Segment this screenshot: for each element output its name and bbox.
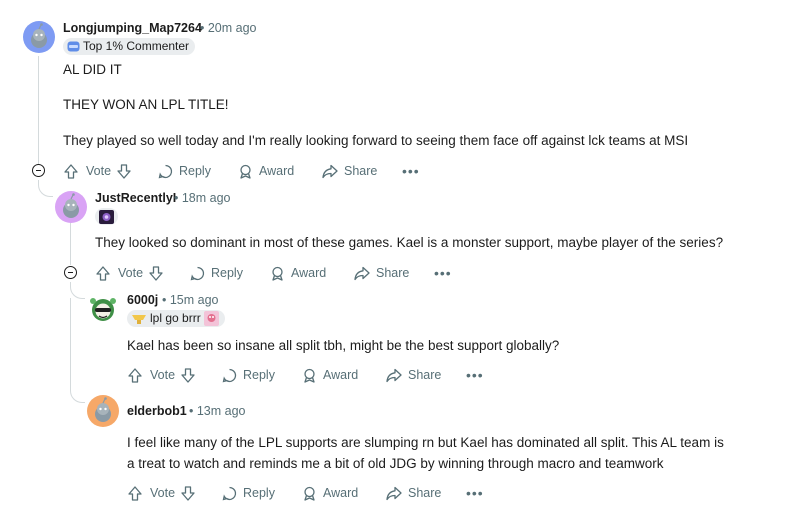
avatar[interactable] [55, 191, 87, 223]
reply-button[interactable]: Reply [222, 365, 275, 385]
flair-label: lpl go brrr [150, 311, 201, 325]
thread-line-2[interactable] [70, 222, 71, 265]
snoo-avatar-icon [95, 397, 111, 422]
thread-line-3-connector [70, 298, 71, 386]
downvote-icon[interactable] [149, 265, 163, 281]
vote-group: Vote [128, 365, 195, 385]
vote-count: Vote [118, 266, 144, 280]
comment-body-line: THEY WON AN LPL TITLE! [63, 97, 229, 112]
thread-branch-4 [70, 386, 85, 403]
vote-count: Vote [150, 486, 176, 500]
award-button[interactable]: Award [302, 365, 358, 385]
username[interactable]: 6000j [127, 293, 158, 307]
user-flair [95, 208, 118, 225]
reply-label: Reply [243, 368, 275, 382]
award-button[interactable]: Award [302, 483, 358, 503]
share-button[interactable]: Share [354, 263, 409, 283]
thread-branch-3 [70, 282, 85, 299]
upvote-icon[interactable] [64, 163, 78, 179]
downvote-icon[interactable] [181, 367, 195, 383]
award-button[interactable]: Award [238, 161, 294, 181]
thread-line-root[interactable] [38, 56, 39, 164]
award-label: Award [291, 266, 327, 280]
reply-icon [222, 368, 237, 382]
share-icon [322, 164, 338, 178]
commenter-badge-icon [67, 41, 80, 52]
more-options-icon[interactable]: ••• [434, 266, 452, 280]
comment-body-line: I feel like many of the LPL supports are… [127, 435, 724, 450]
flair-label: Top 1% Commenter [83, 39, 190, 53]
award-icon [304, 486, 315, 501]
vote-group: Vote [64, 161, 131, 181]
award-button[interactable]: Award [270, 263, 326, 283]
vote-count: Vote [150, 368, 176, 382]
more-options-icon[interactable]: ••• [466, 486, 484, 500]
more-options-icon[interactable]: ••• [466, 368, 484, 382]
comment-body-line: AL DID IT [63, 62, 122, 77]
username[interactable]: elderbob1 [127, 404, 187, 418]
award-label: Award [323, 368, 359, 382]
comment-body-line: Kael has been so insane all split tbh, m… [127, 338, 560, 353]
downvote-icon[interactable] [117, 163, 131, 179]
share-button[interactable]: Share [386, 365, 441, 385]
username[interactable]: JustRecentlyI [95, 191, 176, 205]
vote-count: Vote [86, 164, 112, 178]
flair-emblem-icon [203, 311, 219, 326]
share-icon [386, 368, 402, 382]
reply-label: Reply [211, 266, 243, 280]
avatar[interactable] [23, 21, 55, 53]
avatar[interactable] [87, 395, 119, 427]
timestamp[interactable]: • 20m ago [200, 21, 257, 35]
reply-icon [158, 164, 173, 178]
trophy-flair-icon [132, 314, 146, 324]
avatar[interactable] [87, 293, 119, 325]
more-options-icon[interactable]: ••• [402, 164, 420, 178]
username[interactable]: Longjumping_Map7264 [63, 21, 202, 35]
award-icon [240, 164, 251, 179]
collapse-thread-button[interactable] [32, 164, 45, 177]
vote-group: Vote [128, 483, 195, 503]
collapse-thread-button[interactable] [64, 266, 77, 279]
timestamp[interactable]: • 15m ago [162, 293, 219, 307]
flair-emblem-icon [99, 209, 114, 224]
timestamp[interactable]: • 18m ago [174, 191, 231, 205]
award-label: Award [323, 486, 359, 500]
share-label: Share [408, 486, 442, 500]
user-flair: Top 1% Commenter [63, 38, 196, 55]
reply-label: Reply [179, 164, 211, 178]
thread-branch-2 [38, 180, 53, 197]
upvote-icon[interactable] [128, 485, 142, 501]
snoo-avatar-icon [63, 193, 79, 218]
reply-icon [222, 486, 237, 500]
reply-button[interactable]: Reply [190, 263, 243, 283]
timestamp[interactable]: • 13m ago [189, 404, 246, 418]
reply-label: Reply [243, 486, 275, 500]
share-label: Share [408, 368, 442, 382]
user-flair: lpl go brrr [127, 310, 225, 327]
share-label: Share [376, 266, 410, 280]
share-icon [354, 266, 370, 280]
share-button[interactable]: Share [322, 161, 377, 181]
share-button[interactable]: Share [386, 483, 441, 503]
award-icon [304, 368, 315, 383]
upvote-icon[interactable] [96, 265, 110, 281]
custom-avatar-icon [90, 298, 116, 321]
comment-body-line: They looked so dominant in most of these… [95, 235, 724, 250]
comment-body-line: a treat to watch and reminds me a bit of… [127, 456, 664, 471]
upvote-icon[interactable] [128, 367, 142, 383]
vote-group: Vote [96, 263, 163, 283]
award-label: Award [259, 164, 295, 178]
reply-icon [190, 266, 205, 280]
comment-body-line: They played so well today and I'm really… [63, 133, 689, 148]
downvote-icon[interactable] [181, 485, 195, 501]
reply-button[interactable]: Reply [158, 161, 211, 181]
share-icon [386, 486, 402, 500]
snoo-avatar-icon [31, 23, 47, 48]
share-label: Share [344, 164, 378, 178]
reply-button[interactable]: Reply [222, 483, 275, 503]
award-icon [272, 266, 283, 281]
